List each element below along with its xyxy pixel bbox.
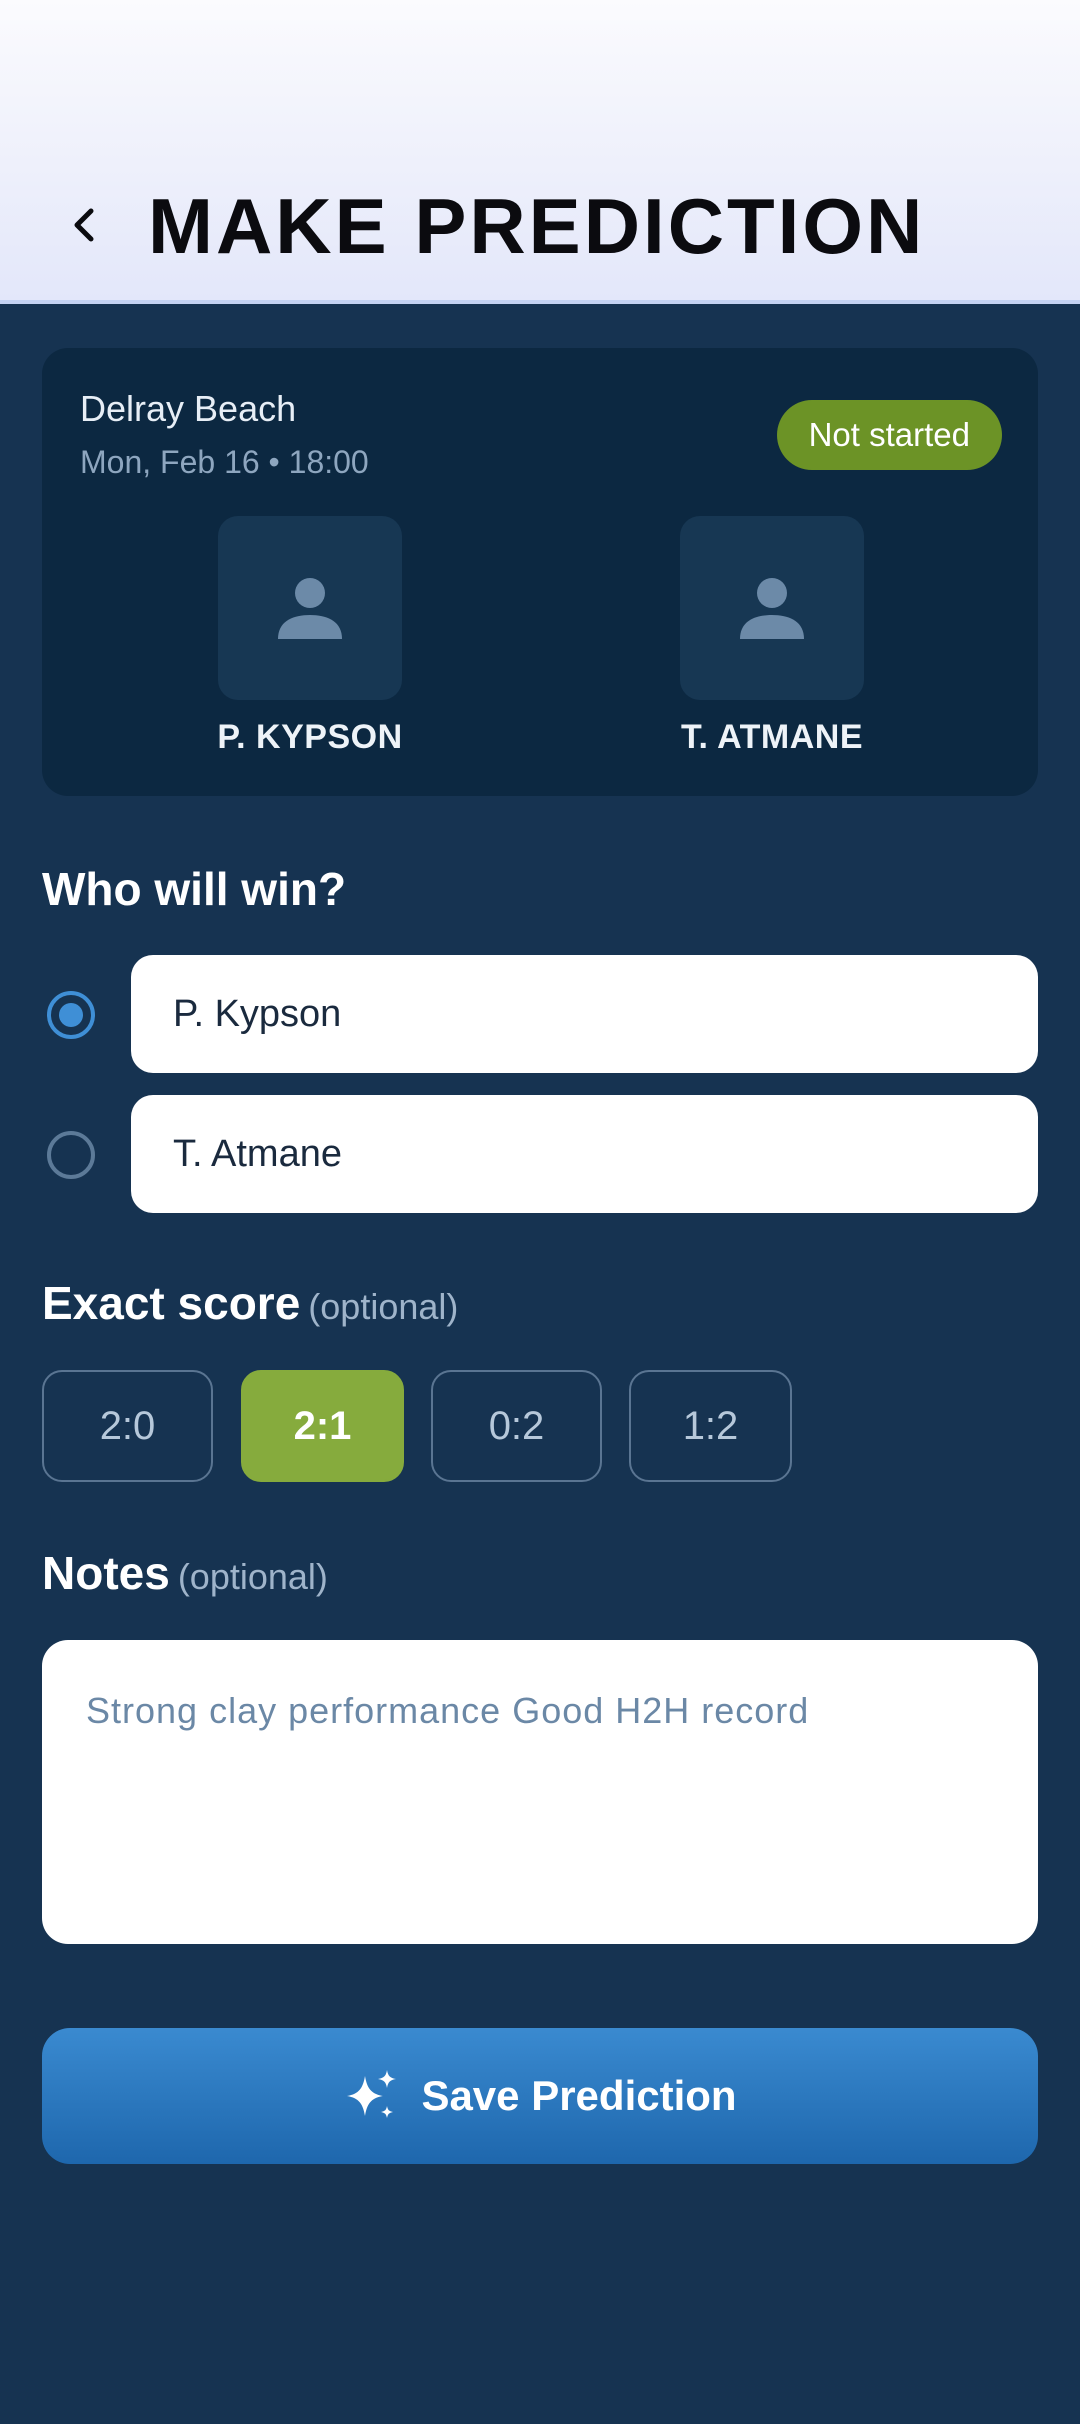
score-section-title: Exact score (optional)	[42, 1276, 458, 1330]
score-chip-2-0[interactable]: 2:0	[42, 1370, 213, 1482]
notes-title-text: Notes	[42, 1547, 170, 1599]
winner-option-atmane[interactable]: T. Atmane	[42, 1095, 1038, 1213]
player-one: P. KYPSON	[180, 516, 440, 757]
score-chip-0-2[interactable]: 0:2	[431, 1370, 602, 1482]
status-badge: Not started	[776, 400, 1002, 470]
player-one-name: P. KYPSON	[217, 718, 403, 756]
save-prediction-button[interactable]: Save Prediction	[42, 2028, 1038, 2164]
tournament-name: Delray Beach	[80, 388, 297, 429]
chevron-left-icon	[74, 208, 94, 242]
score-optional-hint: (optional)	[308, 1286, 459, 1327]
score-chip-1-2[interactable]: 1:2	[629, 1370, 792, 1482]
sparkles-icon	[347, 2070, 397, 2118]
score-title-text: Exact score	[42, 1277, 301, 1329]
avatar	[218, 516, 402, 700]
back-button[interactable]	[56, 190, 112, 260]
notes-section-title: Notes (optional)	[42, 1546, 328, 1600]
winner-option-label: P. Kypson	[131, 955, 1038, 1073]
player-two-name: T. ATMANE	[680, 718, 864, 756]
avatar	[680, 516, 864, 700]
notes-optional-hint: (optional)	[177, 1556, 328, 1597]
save-button-label: Save Prediction	[421, 2072, 737, 2119]
user-icon	[278, 578, 342, 639]
score-chip-2-1[interactable]: 2:1	[241, 1370, 404, 1482]
prediction-screen: MAKE PREDICTION Delray Beach Mon, Feb 16…	[0, 0, 1080, 2424]
winner-section-title: Who will win?	[42, 862, 346, 916]
player-two: T. ATMANE	[642, 516, 902, 757]
winner-option-label: T. Atmane	[131, 1095, 1038, 1213]
radio-button-selected[interactable]	[47, 991, 95, 1039]
match-datetime: Mon, Feb 16 • 18:00	[80, 444, 369, 480]
notes-textarea[interactable]: Strong clay performance Good H2H record	[42, 1640, 1038, 1944]
winner-option-kypson[interactable]: P. Kypson	[42, 955, 1038, 1073]
match-card: Delray Beach Mon, Feb 16 • 18:00 Not sta…	[42, 348, 1038, 796]
winner-title-text: Who will win?	[42, 863, 347, 915]
radio-button[interactable]	[47, 1131, 95, 1179]
app-header: MAKE PREDICTION	[0, 0, 1080, 304]
page-title: MAKE PREDICTION	[148, 182, 926, 270]
user-icon	[740, 578, 804, 639]
